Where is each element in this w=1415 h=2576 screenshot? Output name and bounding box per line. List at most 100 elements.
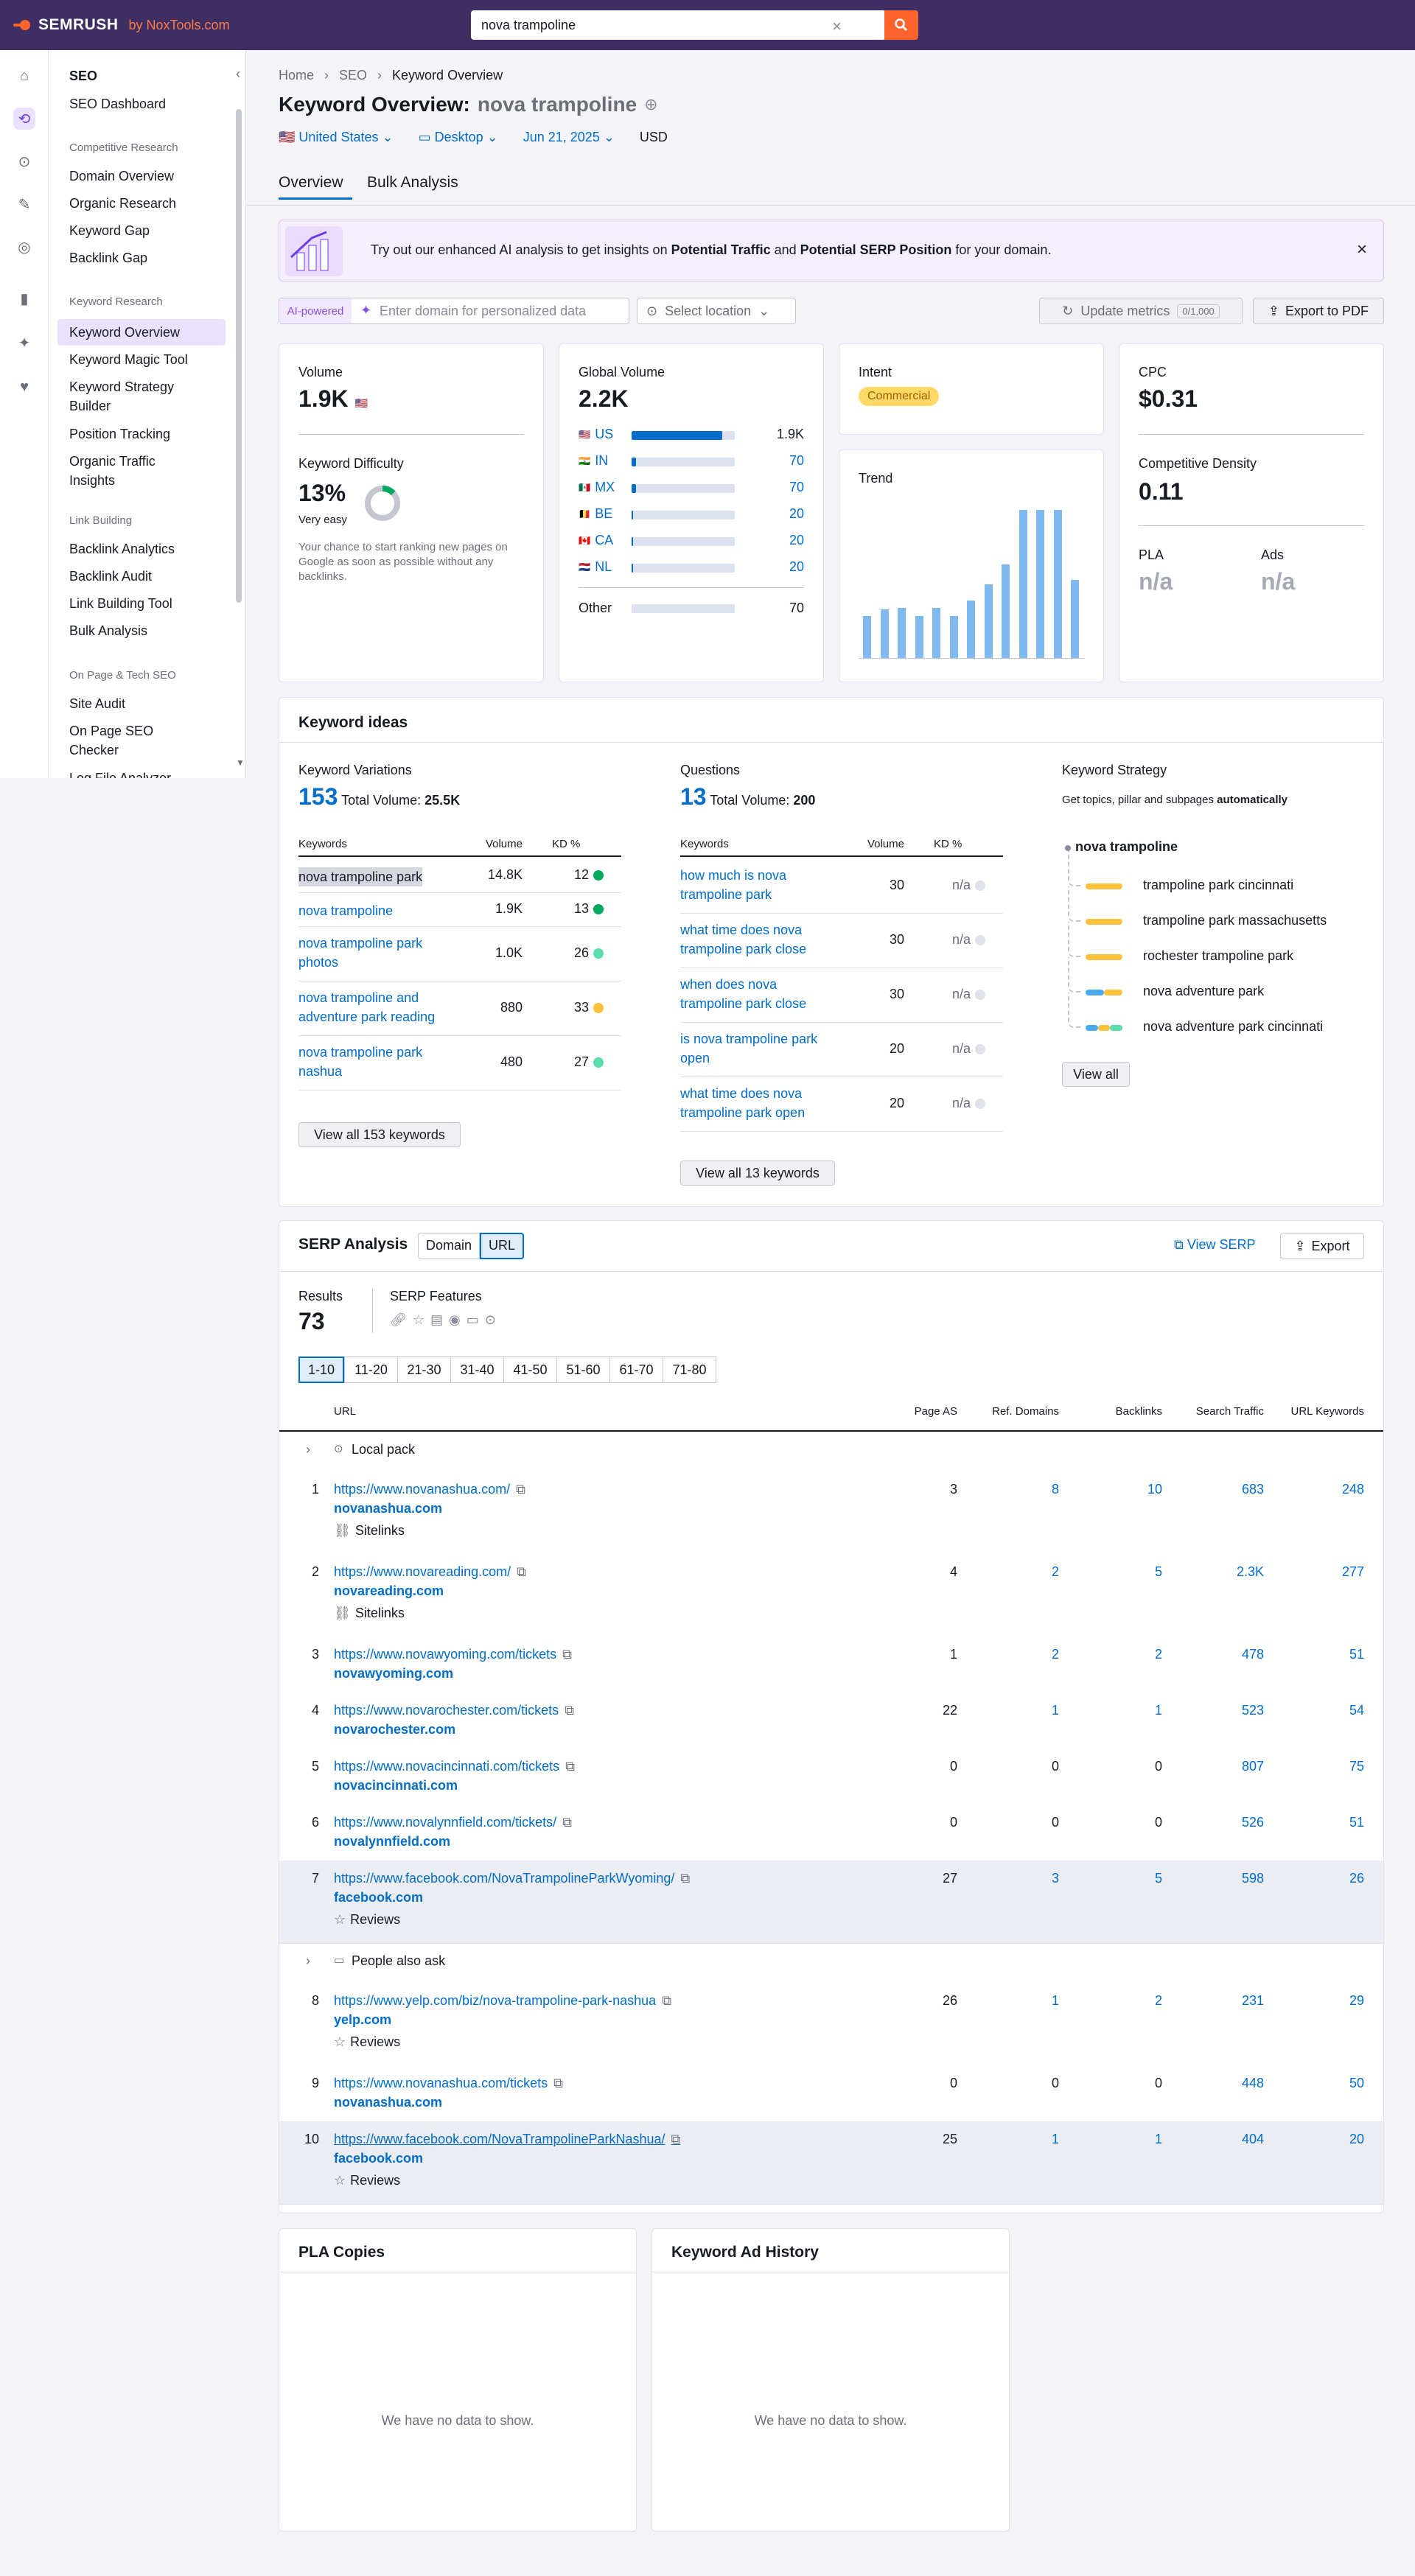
serp-col-header[interactable]: Ref. Domains: [941, 1405, 1059, 1418]
serp-metric-uk[interactable]: 277: [1276, 1564, 1364, 1580]
country-value[interactable]: 20: [744, 559, 804, 575]
sidebar-item-keyword-gap[interactable]: Keyword Gap: [69, 221, 231, 240]
country-value[interactable]: 20: [744, 506, 804, 522]
home-icon[interactable]: ⌂: [13, 65, 35, 87]
country-code[interactable]: 🇨🇦 CA: [579, 533, 613, 548]
serp-metric-bl[interactable]: 2: [1074, 1993, 1162, 2009]
keyword-link[interactable]: what time does nova trampoline park clos…: [680, 920, 835, 959]
external-link-icon[interactable]: ⧉: [662, 1993, 671, 2008]
strategy-item[interactable]: nova adventure park cincinnati: [1143, 1019, 1323, 1035]
external-link-icon[interactable]: ⧉: [565, 1703, 574, 1718]
keyword-link[interactable]: nova trampoline and adventure park readi…: [298, 988, 453, 1026]
serp-metric-rd[interactable]: 1: [971, 2132, 1059, 2147]
external-link-icon[interactable]: ⧉: [562, 1647, 572, 1662]
serp-url-link[interactable]: https://www.novareading.com/ ⧉: [334, 1564, 526, 1580]
serp-url-link[interactable]: https://www.novawyoming.com/tickets ⧉: [334, 1647, 572, 1662]
sidebar-item-organic-research[interactable]: Organic Research: [69, 194, 231, 213]
serp-metric-st[interactable]: 526: [1175, 1815, 1264, 1830]
sidebar-item-position-tracking[interactable]: Position Tracking: [69, 424, 231, 444]
strategy-root[interactable]: nova trampoline: [1075, 839, 1178, 855]
sidebar-item-organic-traffic-insights[interactable]: Organic Traffic Insights: [69, 452, 202, 490]
page-button[interactable]: 61-70: [609, 1357, 663, 1383]
serp-domain[interactable]: novanashua.com: [334, 2095, 442, 2110]
device-selector[interactable]: ▭ Desktop ⌄: [419, 130, 498, 145]
serp-metric-st[interactable]: 231: [1175, 1993, 1264, 2009]
local-pin-icon[interactable]: ⊙: [13, 150, 35, 172]
serp-metric-uk[interactable]: 26: [1276, 1871, 1364, 1886]
country-code[interactable]: 🇮🇳 IN: [579, 453, 608, 469]
scroll-down-icon[interactable]: ▼: [236, 757, 245, 768]
serp-url-link[interactable]: https://www.novanashua.com/tickets ⧉: [334, 2076, 563, 2091]
tab-bulk-analysis[interactable]: Bulk Analysis: [367, 174, 458, 192]
search-input[interactable]: nova trampoline ×: [471, 10, 886, 40]
serp-metric-uk[interactable]: 75: [1276, 1759, 1364, 1774]
date-selector[interactable]: Jun 21, 2025 ⌄: [523, 130, 615, 145]
page-button[interactable]: 1-10: [298, 1357, 344, 1383]
serp-metric-st[interactable]: 807: [1175, 1759, 1264, 1774]
serp-domain[interactable]: novalynnfield.com: [334, 1834, 450, 1849]
add-keyword-icon[interactable]: ⊕: [644, 95, 657, 114]
social-heart-icon[interactable]: ♥: [13, 376, 35, 398]
serp-metric-st[interactable]: 598: [1175, 1871, 1264, 1886]
serp-metric-rd[interactable]: 1: [971, 1993, 1059, 2009]
keyword-link[interactable]: nova trampoline park: [298, 867, 423, 886]
sidebar-item-keyword-overview[interactable]: Keyword Overview: [69, 323, 231, 342]
sidebar-item-backlink-audit[interactable]: Backlink Audit: [69, 567, 231, 586]
toggle-domain[interactable]: Domain: [418, 1233, 481, 1259]
strategy-item[interactable]: rochester trampoline park: [1143, 948, 1293, 964]
page-button[interactable]: 31-40: [450, 1357, 504, 1383]
sidebar-item-backlink-gap[interactable]: Backlink Gap: [69, 248, 231, 267]
serp-metric-uk[interactable]: 248: [1276, 1482, 1364, 1497]
serp-metric-rd[interactable]: 1: [971, 1703, 1059, 1718]
brand-by[interactable]: by NoxTools.com: [129, 18, 230, 33]
country-code[interactable]: 🇲🇽 MX: [579, 480, 615, 495]
search-button[interactable]: [884, 10, 918, 40]
serp-metric-st[interactable]: 448: [1175, 2076, 1264, 2091]
country-selector[interactable]: 🇺🇸 United States ⌄: [279, 130, 394, 145]
serp-domain[interactable]: novanashua.com: [334, 1501, 442, 1516]
country-value[interactable]: 70: [744, 453, 804, 469]
sidebar-item-backlink-analytics[interactable]: Backlink Analytics: [69, 539, 231, 559]
keyword-link[interactable]: nova trampoline park photos: [298, 934, 453, 972]
page-button[interactable]: 21-30: [397, 1357, 451, 1383]
serp-col-header[interactable]: Backlinks: [1044, 1405, 1162, 1418]
serp-domain[interactable]: yelp.com: [334, 2012, 391, 2028]
strategy-item[interactable]: trampoline park cincinnati: [1143, 878, 1293, 893]
magic-icon[interactable]: ✦: [13, 332, 35, 354]
export-pdf-button[interactable]: ⇪ Export to PDF: [1253, 298, 1384, 324]
serp-metric-bl[interactable]: 5: [1074, 1871, 1162, 1886]
serp-domain[interactable]: novacincinnati.com: [334, 1778, 458, 1793]
toggle-url[interactable]: URL: [480, 1233, 525, 1259]
serp-url-link[interactable]: https://www.yelp.com/biz/nova-trampoline…: [334, 1993, 671, 2009]
serp-url-link[interactable]: https://www.novanashua.com/ ⧉: [334, 1482, 525, 1497]
sidebar-item-site-audit[interactable]: Site Audit: [69, 694, 231, 713]
serp-domain[interactable]: novawyoming.com: [334, 1666, 453, 1681]
serp-metric-bl[interactable]: 1: [1074, 1703, 1162, 1718]
close-banner-icon[interactable]: ×: [1357, 239, 1367, 260]
page-button[interactable]: 41-50: [503, 1357, 557, 1383]
serp-metric-uk[interactable]: 54: [1276, 1703, 1364, 1718]
serp-metric-bl[interactable]: 5: [1074, 1564, 1162, 1580]
clear-icon[interactable]: ×: [832, 17, 842, 36]
external-link-icon[interactable]: ⧉: [553, 2076, 563, 2090]
ai-target-icon[interactable]: ◎: [13, 236, 35, 258]
serp-domain[interactable]: facebook.com: [334, 2151, 423, 2166]
sidebar-item-keyword-magic-tool[interactable]: Keyword Magic Tool: [69, 350, 231, 369]
serp-metric-rd[interactable]: 2: [971, 1647, 1059, 1662]
expand-chevron-icon[interactable]: ›: [306, 1953, 310, 1969]
external-link-icon[interactable]: ⧉: [680, 1871, 690, 1886]
serp-domain[interactable]: novarochester.com: [334, 1722, 455, 1737]
expand-chevron-icon[interactable]: ›: [306, 1442, 310, 1457]
serp-url-link[interactable]: https://www.facebook.com/NovaTrampolineP…: [334, 1871, 690, 1886]
country-value[interactable]: 20: [744, 533, 804, 548]
view-all-questions-button[interactable]: View all 13 keywords: [680, 1161, 835, 1186]
keyword-link[interactable]: nova trampoline: [298, 901, 453, 920]
variations-count[interactable]: 153: [298, 783, 338, 810]
external-link-icon[interactable]: ⧉: [516, 1482, 525, 1497]
country-code[interactable]: 🇺🇸 US: [579, 427, 613, 442]
serp-metric-rd[interactable]: 2: [971, 1564, 1059, 1580]
collapse-sidebar-icon[interactable]: ‹: [236, 66, 240, 82]
update-metrics-button[interactable]: ↻ Update metrics 0/1,000: [1039, 298, 1243, 324]
sidebar-item-domain-overview[interactable]: Domain Overview: [69, 167, 231, 186]
serp-metric-uk[interactable]: 29: [1276, 1993, 1364, 2009]
